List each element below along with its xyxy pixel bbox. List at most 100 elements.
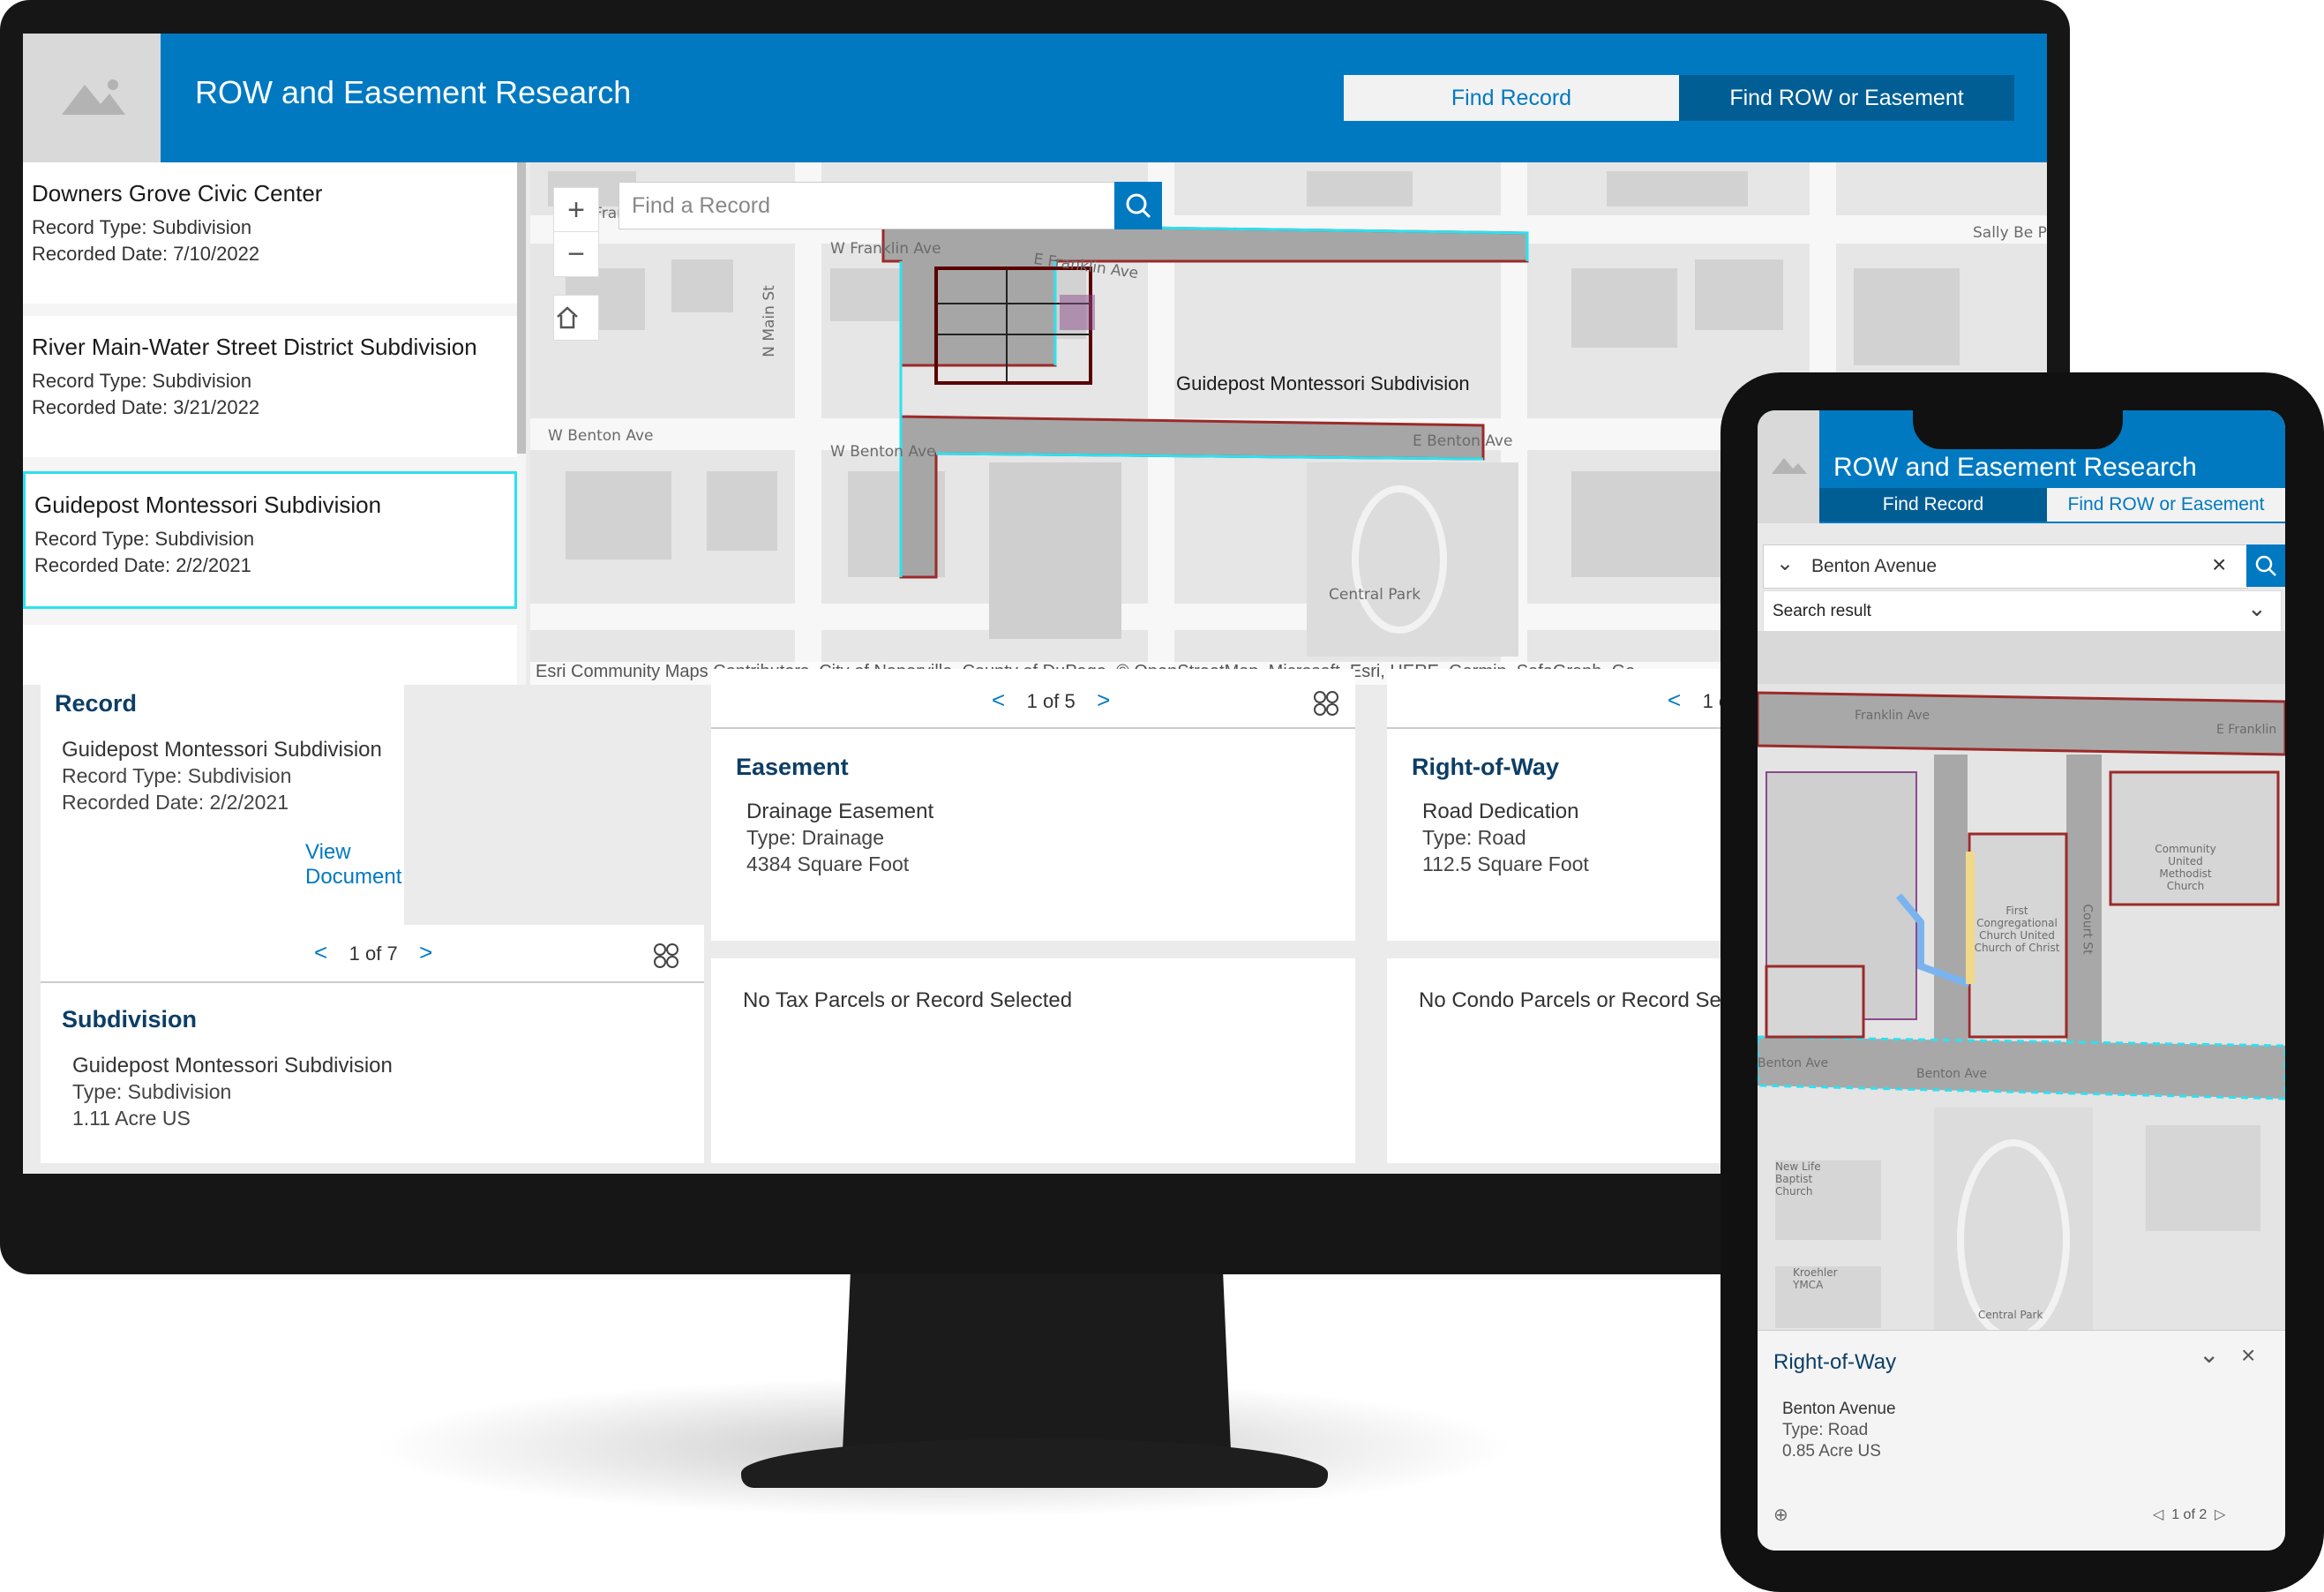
chevron-down-icon[interactable]: ⌄ [1776, 551, 1794, 576]
chevron-down-icon: ⌄ [2247, 595, 2267, 621]
search-value: Benton Avenue [1811, 556, 1938, 576]
popup-heading: Right-of-Way [1773, 1350, 1897, 1374]
record-title: Guidepost Montessori Subdivision [34, 492, 382, 518]
close-icon[interactable]: × [2241, 1341, 2255, 1370]
subdivision-title: Guidepost Montessori Subdivision [72, 1054, 393, 1078]
record-card: Record Guidepost Montessori Subdivision … [41, 669, 404, 941]
record-type: Record Type: Subdivision [34, 528, 255, 550]
search-result-dropdown[interactable]: Search result ⌄ [1763, 590, 2282, 633]
collapse-icon[interactable]: ⌄ [2199, 1340, 2219, 1369]
mobile-tab-find-record[interactable]: Find Record [1819, 488, 2047, 522]
easement-title: Drainage Easement [746, 800, 934, 823]
record-type: Record Type: Subdivision [32, 216, 252, 238]
street-label: E Franklin [2216, 723, 2277, 737]
record-title: River Main-Water Street District Subdivi… [32, 334, 477, 360]
record-card-heading: Record [55, 690, 138, 717]
app-logo [23, 34, 161, 162]
row-type: Type: Road [1422, 826, 1526, 849]
search-button[interactable] [1114, 182, 1162, 229]
record-date: Recorded Date: 3/21/2022 [32, 396, 260, 418]
street-label: E Benton Ave [1413, 432, 1513, 450]
place-label: Sally Be Par [1973, 224, 2047, 242]
subdivision-heading: Subdivision [62, 1006, 198, 1033]
search-placeholder: Find a Record [632, 193, 771, 218]
place-label: First Congregational Church United Churc… [1974, 905, 2060, 954]
tab-find-record[interactable]: Find Record [1344, 75, 1679, 121]
next-button[interactable]: > [419, 939, 432, 965]
search-icon [2255, 555, 2276, 576]
row-title: Road Dedication [1422, 800, 1579, 823]
next-button[interactable]: > [1097, 687, 1110, 713]
record-list-item-selected[interactable]: Guidepost Montessori Subdivision Record … [23, 471, 517, 609]
place-label: New Life Baptist Church [1775, 1160, 1821, 1198]
zoom-to-icon[interactable]: ⊕ [1773, 1504, 1788, 1526]
easement-area: 4384 Square Foot [746, 852, 910, 875]
mobile-map-basemap [1758, 631, 2285, 1330]
mobile-tab-find-row[interactable]: Find ROW or Easement [2047, 488, 2285, 522]
monitor-neck [843, 1274, 1231, 1451]
popup-type: Type: Road [1782, 1421, 1869, 1439]
street-label: Franklin Ave [1855, 709, 1930, 723]
easement-pager-label: 1 of 5 [1026, 690, 1076, 712]
record-card-type: Record Type: Subdivision [62, 764, 292, 787]
subdivision-pager-label: 1 of 7 [349, 942, 398, 965]
view-document-link[interactable]: View Document [305, 840, 404, 890]
easement-heading: Easement [736, 754, 849, 780]
search-icon [1126, 193, 1151, 219]
popup-pager: ◁ 1 of 2 ▷ [2153, 1506, 2225, 1523]
search-input[interactable]: Find a Record [618, 182, 1116, 229]
image-placeholder-icon [1772, 458, 1807, 474]
home-button[interactable] [553, 295, 599, 341]
record-date: Recorded Date: 2/2/2021 [34, 554, 251, 576]
easement-card: < 1 of 5 > Easement Drainage Easement Ty… [711, 669, 1355, 941]
tax-parcels-card: No Tax Parcels or Record Selected [711, 958, 1355, 1163]
street-label: N Main St [760, 285, 778, 357]
phone-notch [1913, 410, 2123, 449]
mobile-logo [1758, 410, 1819, 523]
place-label: Central Park [1329, 586, 1421, 604]
record-date: Recorded Date: 7/10/2022 [32, 243, 260, 265]
condo-parcels-message: No Condo Parcels or Record Sel [1419, 988, 1727, 1012]
grid-view-icon[interactable] [1313, 690, 1339, 717]
divider [41, 981, 704, 983]
clear-icon[interactable]: × [2212, 551, 2226, 579]
subdivision-type: Type: Subdivision [72, 1080, 232, 1103]
record-type: Record Type: Subdivision [32, 370, 252, 392]
popup-area: 0.85 Acre US [1782, 1442, 1881, 1461]
street-label: Benton Ave [1758, 1056, 1829, 1070]
app-title: ROW and Easement Research [195, 74, 632, 110]
subdivision-area: 1.11 Acre US [72, 1107, 191, 1130]
mobile-map[interactable]: Franklin Ave E Franklin Benton Ave Bento… [1758, 631, 2285, 1330]
record-list: Downers Grove Civic Center Record Type: … [23, 162, 526, 685]
home-icon [557, 306, 578, 329]
mobile-search-input[interactable]: ⌄ Benton Avenue × [1763, 544, 2248, 589]
parcel-label: Guidepost Montessori Subdivision [1176, 372, 1470, 394]
previous-button[interactable]: ◁ [2153, 1507, 2163, 1522]
record-list-scrollbar[interactable] [517, 162, 526, 454]
street-label: W Benton Ave [548, 427, 654, 445]
easement-type: Type: Drainage [746, 826, 884, 849]
previous-button[interactable]: < [1668, 687, 1681, 713]
popup-title: Benton Avenue [1782, 1400, 1896, 1418]
street-label: Benton Ave [1916, 1067, 1988, 1081]
image-placeholder-icon [62, 79, 125, 115]
zoom-in-button[interactable]: + [553, 187, 599, 233]
grid-view-icon[interactable] [653, 942, 679, 969]
next-button[interactable]: ▷ [2215, 1507, 2225, 1522]
subdivision-card: < 1 of 7 > Subdivision Guidepost Montess… [41, 925, 704, 1163]
previous-button[interactable]: < [314, 939, 327, 965]
record-list-item[interactable]: River Main-Water Street District Subdivi… [23, 316, 517, 457]
record-title: Downers Grove Civic Center [32, 180, 323, 207]
mobile-search-button[interactable] [2246, 544, 2285, 587]
easement-pager: < 1 of 5 > [992, 687, 1110, 714]
record-card-title: Guidepost Montessori Subdivision [62, 738, 382, 762]
subdivision-pager: < 1 of 7 > [314, 939, 432, 966]
tax-parcels-message: No Tax Parcels or Record Selected [743, 988, 1073, 1012]
zoom-out-button[interactable]: − [553, 231, 599, 277]
record-list-item[interactable]: Downers Grove Civic Center Record Type: … [23, 162, 517, 304]
previous-button[interactable]: < [992, 687, 1005, 713]
street-label: W Benton Ave [830, 443, 936, 461]
divider [711, 727, 1355, 729]
tab-find-row-or-easement[interactable]: Find ROW or Easement [1679, 75, 2014, 121]
place-label: Community United Methodist Church [2155, 843, 2216, 892]
